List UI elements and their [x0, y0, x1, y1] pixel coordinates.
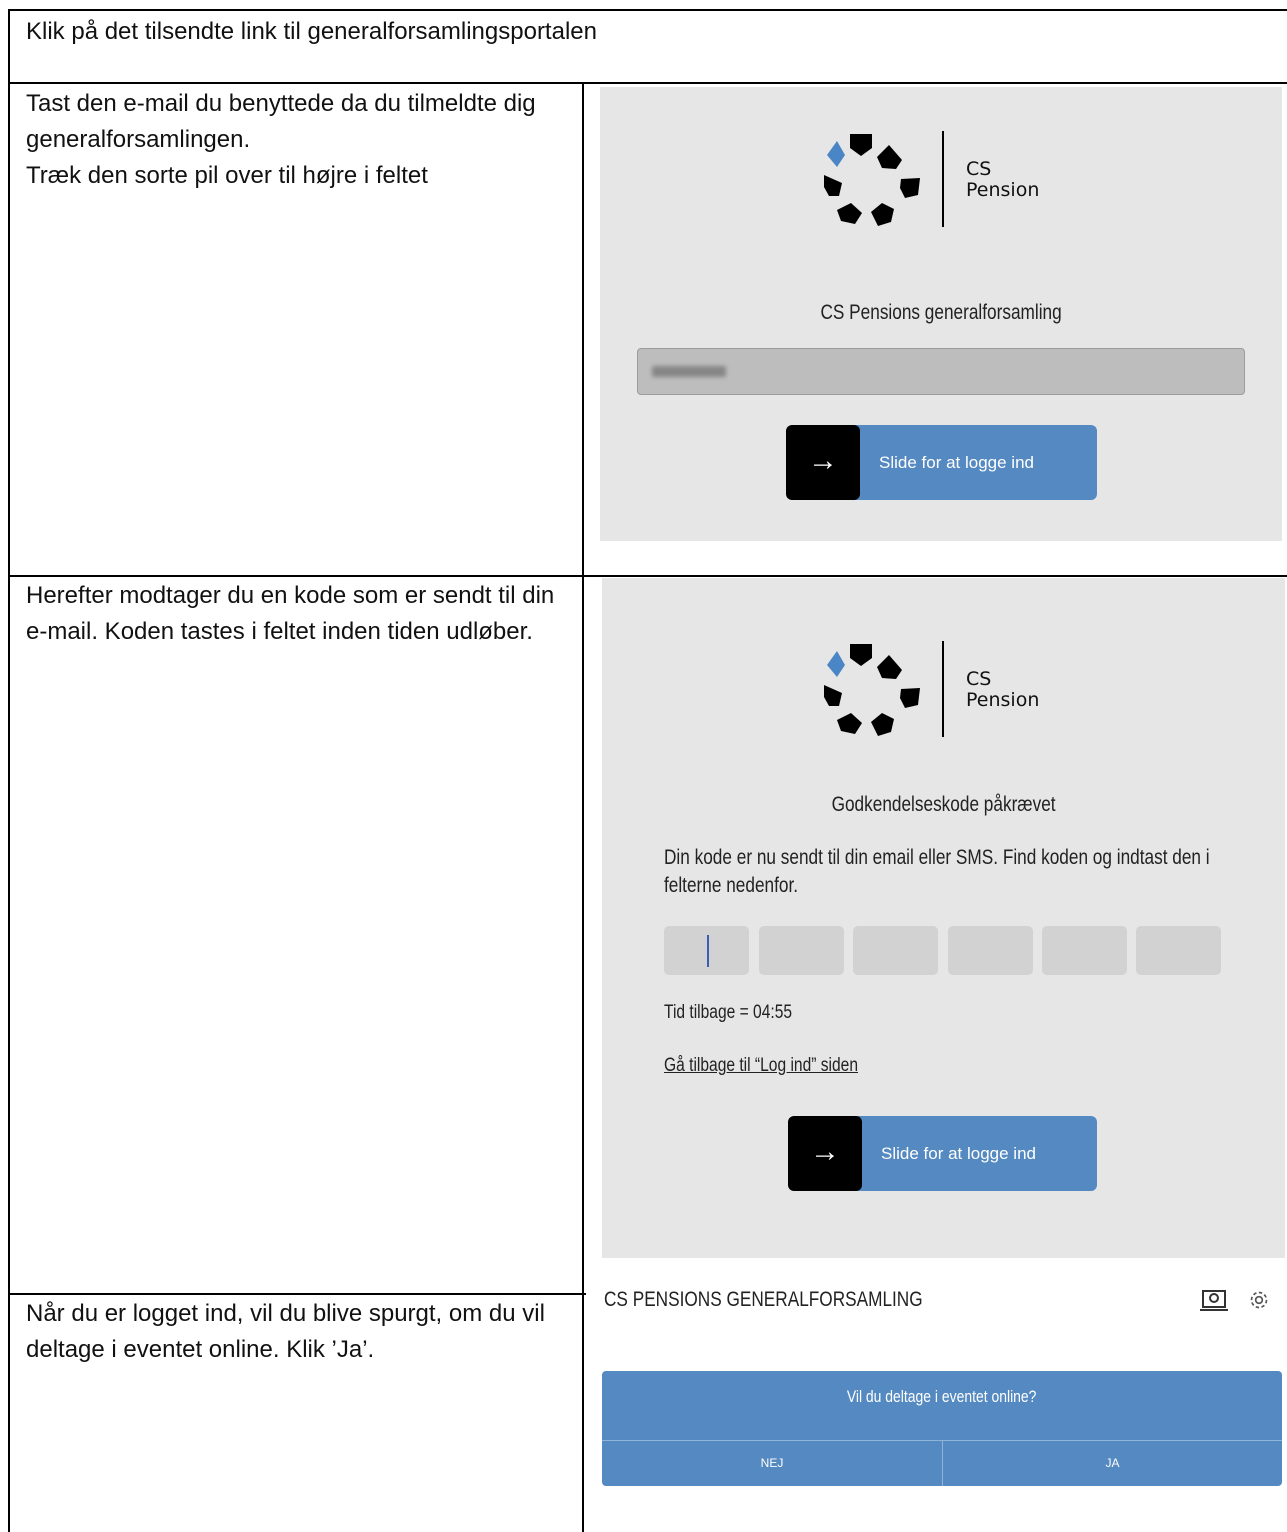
instruction-step-1: Klik på det tilsendte link til generalfo… — [26, 14, 1226, 50]
cs-pension-logo: CS Pension — [822, 641, 1082, 741]
slide-to-login-button[interactable]: → Slide for at logge ind — [788, 1116, 1097, 1191]
code-digit-2[interactable] — [759, 926, 844, 975]
code-digit-4[interactable] — [948, 926, 1033, 975]
logo-text: CS Pension — [966, 158, 1040, 201]
code-digit-5[interactable] — [1042, 926, 1127, 975]
back-to-login-link[interactable]: Gå tilbage til “Log ind” siden — [664, 1055, 858, 1077]
gear-icon[interactable] — [1247, 1290, 1271, 1310]
dialog-question: Vil du deltage i eventet online? — [847, 1387, 1037, 1406]
table-border-top — [8, 9, 1287, 11]
verification-panel: CS Pension Godkendelseskode påkrævet Din… — [602, 578, 1285, 1258]
arrow-right-icon[interactable]: → — [788, 1116, 862, 1191]
instruction-step-4: Når du er logget ind, vil du blive spurg… — [26, 1296, 571, 1368]
code-input-group — [664, 926, 1224, 975]
slider-label: Slide for at logge ind — [879, 453, 1034, 472]
logo-text: CS Pension — [966, 668, 1040, 711]
yes-button[interactable]: JA — [943, 1441, 1282, 1486]
event-app-screenshot: CS PENSIONS GENERALFORSAMLING Vil du del… — [586, 1284, 1287, 1532]
page-title: Godkendelseskode påkrævet — [831, 793, 1056, 816]
code-digit-3[interactable] — [853, 926, 938, 975]
code-digit-1[interactable] — [664, 926, 749, 975]
attend-online-dialog: Vil du deltage i eventet online? NEJ JA — [602, 1371, 1282, 1486]
row-divider-1 — [8, 82, 1287, 84]
instruction-step-3: Herefter modtager du en kode som er send… — [26, 578, 571, 650]
code-sent-message: Din kode er nu sendt til din email eller… — [664, 846, 1210, 897]
row-divider-2 — [8, 575, 1287, 577]
logo-mark-icon — [824, 131, 944, 227]
instruction-text: Når du er logget ind, vil du blive spurg… — [26, 1300, 545, 1363]
no-button[interactable]: NEJ — [602, 1441, 942, 1486]
instruction-step-2: Tast den e-mail du benyttede da du tilme… — [26, 86, 571, 194]
slide-to-login-button[interactable]: → Slide for at logge ind — [786, 425, 1097, 500]
instruction-text: Tast den e-mail du benyttede da du tilme… — [26, 90, 536, 153]
email-value-redacted — [652, 366, 726, 377]
cs-pension-logo: CS Pension — [822, 131, 1082, 231]
presenter-icon[interactable] — [1200, 1290, 1228, 1312]
logo-mark-icon — [824, 641, 944, 737]
app-title: CS PENSIONS GENERALFORSAMLING — [604, 1288, 923, 1311]
column-divider — [582, 82, 584, 1532]
instruction-text: Herefter modtager du en kode som er send… — [26, 582, 555, 645]
email-input[interactable] — [637, 348, 1245, 395]
page-title: CS Pensions generalforsamling — [820, 301, 1062, 324]
instruction-text: Træk den sorte pil over til højre i felt… — [26, 162, 428, 189]
table-border-left — [8, 9, 10, 1532]
login-panel: CS Pension CS Pensions generalforsamling… — [600, 87, 1282, 541]
timer: Tid tilbage = 04:55 — [664, 1002, 793, 1023]
instruction-text: Klik på det tilsendte link til generalfo… — [26, 18, 597, 45]
slider-label: Slide for at logge ind — [881, 1144, 1036, 1163]
text-cursor — [707, 935, 709, 967]
code-digit-6[interactable] — [1136, 926, 1221, 975]
arrow-right-icon[interactable]: → — [786, 425, 860, 500]
